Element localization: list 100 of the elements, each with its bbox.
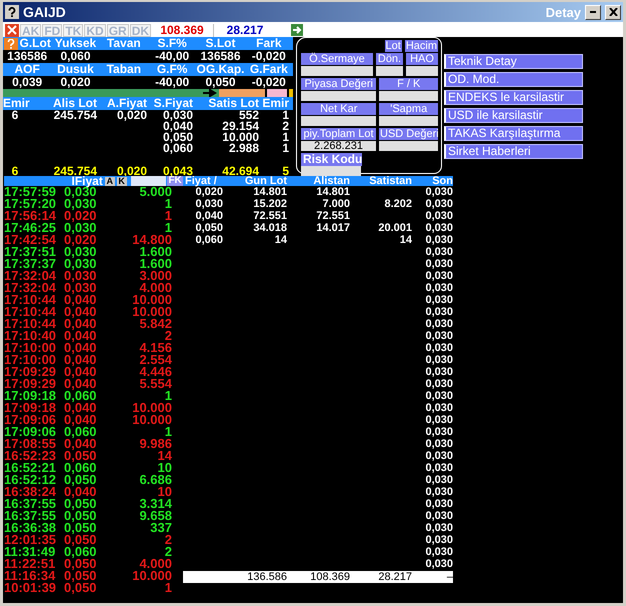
trade-time: 10:01:39 bbox=[4, 582, 58, 594]
trade-lot: 337 bbox=[150, 522, 172, 534]
menu-item[interactable]: TAKAS Karşılaştırma bbox=[444, 126, 583, 141]
trade-time: 17:09:29 bbox=[4, 378, 58, 390]
price-cell-text: 0,030 bbox=[424, 402, 453, 414]
minimize-icon bbox=[590, 11, 596, 13]
column-header[interactable]: Alistan bbox=[287, 176, 350, 186]
close-button[interactable] bbox=[605, 4, 621, 20]
column-header: G.F% bbox=[156, 63, 188, 76]
trade-lot: 5.554 bbox=[138, 378, 172, 390]
column-header[interactable]: Gun Lot bbox=[223, 176, 287, 186]
filter-button[interactable]: FK bbox=[167, 176, 184, 186]
trade-lot: 1.600 bbox=[138, 258, 172, 270]
summary-value: -0,020 bbox=[250, 50, 287, 63]
trade-time: 17:37:37 bbox=[4, 258, 58, 270]
column-header[interactable]: Satistan bbox=[350, 176, 412, 186]
trade-lot: 1 bbox=[164, 390, 172, 402]
menu-item[interactable]: USD ile karsilastir bbox=[444, 108, 583, 123]
sort-button[interactable]: A bbox=[104, 176, 115, 186]
trade-lot: 10.000 bbox=[131, 294, 172, 306]
order-cell-text: 552 bbox=[238, 110, 260, 121]
risk-label: Risk Kodu bbox=[301, 153, 362, 166]
trade-price: 0,040 bbox=[64, 378, 98, 390]
trade-price: 0,030 bbox=[64, 198, 98, 210]
trade-price: 0,020 bbox=[64, 210, 98, 222]
total-cell-text: 136.586 bbox=[246, 571, 287, 583]
field-label: Ö.Sermaye bbox=[301, 53, 373, 65]
sort-button[interactable]: K bbox=[116, 176, 127, 186]
total-cell-text: 6 bbox=[10, 165, 20, 178]
trade-price: 0,050 bbox=[64, 474, 98, 486]
price-cell-text: 0,030 bbox=[424, 450, 453, 462]
field-label: piy.Toplam Lot bbox=[301, 128, 376, 140]
trade-lot: 4.446 bbox=[138, 366, 172, 378]
trade-price: 0,060 bbox=[64, 546, 98, 558]
menu-item[interactable]: Teknik Detay bbox=[444, 54, 583, 69]
menu-item[interactable]: Sirket Haberleri bbox=[444, 144, 583, 159]
column-header: A.Fiyat bbox=[106, 97, 148, 110]
price-cell-text: 0,050 bbox=[194, 222, 223, 234]
column-header[interactable]: Fiyat / bbox=[183, 176, 223, 186]
filter-field[interactable] bbox=[130, 176, 166, 186]
arrow-button[interactable] bbox=[291, 24, 304, 36]
value-field bbox=[301, 166, 361, 176]
trade-price: 0,050 bbox=[64, 570, 98, 582]
column-header: S.Fiyat bbox=[152, 97, 194, 110]
price-cell-text: 72.551 bbox=[252, 210, 287, 222]
column-header: Fark bbox=[255, 37, 282, 50]
order-cell-text: 245.754 bbox=[52, 110, 98, 121]
price-cell-text: 0,030 bbox=[424, 414, 453, 426]
value-field bbox=[301, 66, 373, 76]
column-header: S.Lot bbox=[204, 37, 236, 50]
summary-value: 0,039 bbox=[11, 76, 44, 89]
trade-price: 0,040 bbox=[64, 402, 98, 414]
trade-lot: 3.000 bbox=[138, 270, 172, 282]
trade-time: 17:42:54 bbox=[4, 234, 58, 246]
column-header: Tavan bbox=[106, 37, 142, 50]
value-field bbox=[376, 66, 403, 76]
price-cell-text: 0,030 bbox=[424, 222, 453, 234]
price-cell-text: 0,030 bbox=[424, 294, 453, 306]
trade-time: 17:57:20 bbox=[4, 198, 58, 210]
trade-lot: 10.000 bbox=[131, 402, 172, 414]
order-cell-text: 1 bbox=[281, 143, 290, 154]
price-cell-text: 0,020 bbox=[195, 186, 223, 198]
menu-item[interactable]: OD. Mod. bbox=[444, 72, 583, 87]
summary-value: 0,050 bbox=[205, 76, 236, 89]
price-cell-text: 0,030 bbox=[424, 234, 453, 246]
price-cell-text: 7.000 bbox=[321, 198, 350, 210]
trade-lot: 10 bbox=[158, 486, 172, 498]
trade-price: 0,050 bbox=[64, 498, 98, 510]
trade-lot: 5.000 bbox=[138, 186, 172, 198]
price-cell-text: 8.202 bbox=[383, 198, 412, 210]
trade-time: 17:10:00 bbox=[4, 342, 58, 354]
column-header: S.F% bbox=[156, 37, 188, 50]
column-header[interactable]: Son bbox=[412, 176, 453, 186]
column-header: Taban bbox=[106, 63, 142, 76]
minimize-button[interactable] bbox=[585, 4, 601, 20]
order-cell-text: 2.988 bbox=[228, 143, 260, 154]
trade-time: 17:10:44 bbox=[4, 306, 58, 318]
summary-value: 0,060 bbox=[59, 50, 92, 63]
menu-item[interactable]: ENDEKS le karsilastir bbox=[444, 90, 583, 105]
field-label: F / K bbox=[379, 78, 438, 90]
trade-lot: 5.842 bbox=[139, 318, 172, 330]
price-cell-text: 0,030 bbox=[424, 246, 453, 258]
trade-price: 0,030 bbox=[64, 282, 98, 294]
trade-time: 17:10:00 bbox=[4, 354, 58, 366]
value-field bbox=[406, 66, 438, 76]
price-cell-text: 14 bbox=[274, 234, 287, 246]
trade-price: 0,040 bbox=[64, 414, 98, 426]
trade-time: 17:57:59 bbox=[4, 186, 58, 198]
trade-price: 0,040 bbox=[64, 342, 98, 354]
trade-price: 0,040 bbox=[64, 366, 98, 378]
price-cell-text: 0,030 bbox=[424, 390, 453, 402]
price-cell-text: 0,030 bbox=[424, 330, 453, 342]
price-cell-text: 0,030 bbox=[424, 378, 453, 390]
help-icon[interactable] bbox=[5, 5, 19, 19]
trade-price: 0,060 bbox=[64, 390, 98, 402]
trade-lot: 6.686 bbox=[138, 474, 172, 486]
price-cell-text: 0,030 bbox=[424, 438, 453, 450]
toggle-button[interactable]: Hacim bbox=[404, 40, 438, 52]
toggle-button[interactable]: Lot bbox=[384, 40, 402, 52]
price-cell-text: 0,030 bbox=[424, 486, 453, 498]
